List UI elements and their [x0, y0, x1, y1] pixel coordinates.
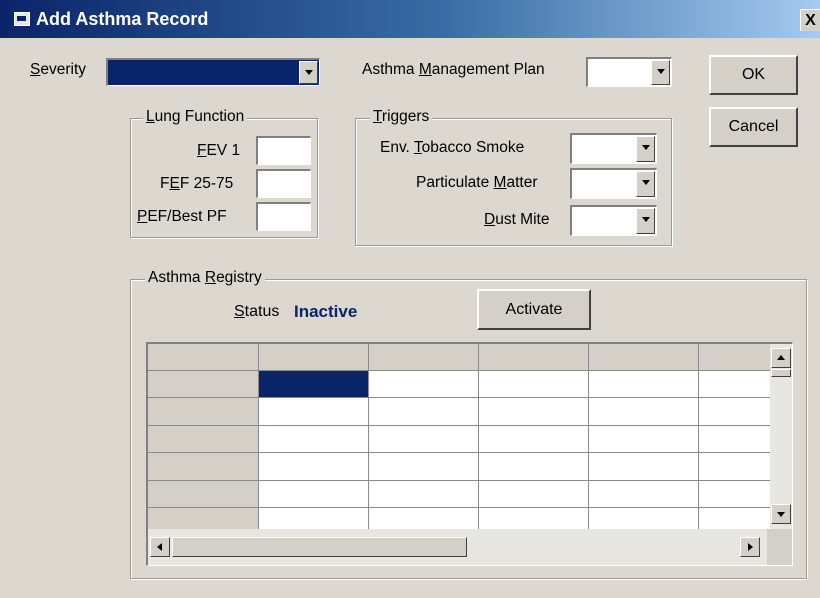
activate-button[interactable]: Activate [477, 289, 591, 330]
grid-cell[interactable] [698, 452, 774, 481]
grid-column-header[interactable] [588, 344, 699, 371]
grid-cell[interactable] [478, 370, 589, 398]
scroll-down-button[interactable] [771, 504, 791, 524]
grid-cell[interactable] [478, 425, 589, 453]
vertical-scroll-thumb[interactable] [771, 369, 791, 377]
management-plan-dropdown-button[interactable] [651, 60, 670, 85]
tobacco-smoke-dropdown-button[interactable] [636, 136, 655, 162]
tobacco-smoke-label: Env. Tobacco Smoke [380, 139, 525, 156]
grid-cell[interactable] [588, 452, 699, 481]
particulate-matter-dropdown-button[interactable] [636, 171, 655, 197]
dust-mite-label: Dust Mite [484, 211, 550, 228]
grid-cell[interactable] [258, 397, 369, 426]
grid-cell[interactable] [698, 480, 774, 508]
asthma-registry-legend: Asthma Registry [145, 269, 265, 287]
fef-input[interactable] [256, 169, 311, 198]
triggers-legend: Triggers [370, 108, 433, 126]
grid-corner-cell [148, 344, 259, 371]
grid-cell[interactable] [698, 397, 774, 426]
app-icon [14, 12, 30, 26]
grid-cell[interactable] [368, 370, 479, 398]
management-plan-combo[interactable] [586, 57, 672, 87]
scroll-up-button[interactable] [771, 348, 791, 368]
fev1-input[interactable] [256, 136, 311, 165]
arrow-down-icon [777, 512, 785, 517]
horizontal-scroll-thumb[interactable] [172, 537, 467, 557]
grid-column-header[interactable] [368, 344, 479, 371]
title-bar: Add Asthma Record X [0, 0, 820, 38]
dust-mite-dropdown-button[interactable] [636, 208, 655, 234]
close-button[interactable]: X [800, 9, 820, 31]
scrollbar-corner [767, 529, 792, 565]
table-row [148, 425, 774, 453]
vertical-scrollbar[interactable] [770, 344, 792, 529]
pef-input[interactable] [256, 202, 311, 231]
management-plan-label: Asthma Management Plan [362, 61, 545, 78]
grid-header-row [148, 344, 774, 371]
registry-table [148, 344, 774, 536]
grid-cell[interactable] [368, 480, 479, 508]
tobacco-smoke-combo[interactable] [570, 133, 657, 164]
ok-button[interactable]: OK [709, 55, 798, 95]
grid-row-header[interactable] [148, 397, 259, 426]
status-value: Inactive [294, 302, 358, 321]
grid-cell[interactable] [588, 480, 699, 508]
fev1-label: FEV 1 [197, 142, 241, 159]
horizontal-scrollbar[interactable] [148, 529, 770, 565]
grid-cell-selected[interactable] [258, 370, 369, 398]
severity-label: Severity [30, 61, 86, 78]
grid-cell[interactable] [258, 452, 369, 481]
grid-cell[interactable] [368, 425, 479, 453]
grid-column-header[interactable] [478, 344, 589, 371]
grid-cell[interactable] [368, 397, 479, 426]
grid-cell[interactable] [478, 452, 589, 481]
grid-cell[interactable] [698, 370, 774, 398]
grid-cell[interactable] [698, 425, 774, 453]
grid-cell[interactable] [258, 480, 369, 508]
arrow-up-icon [777, 355, 785, 360]
registry-grid[interactable] [146, 342, 793, 566]
grid-cell[interactable] [368, 452, 479, 481]
grid-row-header[interactable] [148, 370, 259, 398]
grid-row-header[interactable] [148, 425, 259, 453]
table-row [148, 370, 774, 398]
dust-mite-combo[interactable] [570, 205, 657, 236]
lung-function-legend: Lung Function [143, 108, 248, 126]
particulate-matter-label: Particulate Matter [416, 174, 538, 191]
scroll-left-button[interactable] [150, 537, 170, 557]
grid-cell[interactable] [588, 425, 699, 453]
table-row [148, 452, 774, 481]
cancel-button[interactable]: Cancel [709, 107, 798, 147]
grid-cell[interactable] [478, 397, 589, 426]
grid-row-header[interactable] [148, 452, 259, 481]
grid-cell[interactable] [258, 425, 369, 453]
arrow-right-icon [748, 543, 753, 551]
pef-label: PEF/Best PF [137, 208, 227, 225]
severity-dropdown-button[interactable] [299, 61, 318, 84]
grid-column-header[interactable] [698, 344, 774, 371]
window-title: Add Asthma Record [36, 9, 209, 29]
table-row [148, 480, 774, 508]
grid-column-header[interactable] [258, 344, 369, 371]
severity-combo[interactable] [106, 58, 320, 86]
status-label: Status [234, 303, 280, 320]
grid-cell[interactable] [588, 370, 699, 398]
table-row [148, 397, 774, 426]
particulate-matter-combo[interactable] [570, 168, 657, 199]
arrow-left-icon [157, 543, 162, 551]
grid-row-header[interactable] [148, 480, 259, 508]
grid-cell[interactable] [588, 397, 699, 426]
scroll-right-button[interactable] [740, 537, 760, 557]
fef-label: FEF 25-75 [160, 175, 234, 192]
grid-cell[interactable] [478, 480, 589, 508]
